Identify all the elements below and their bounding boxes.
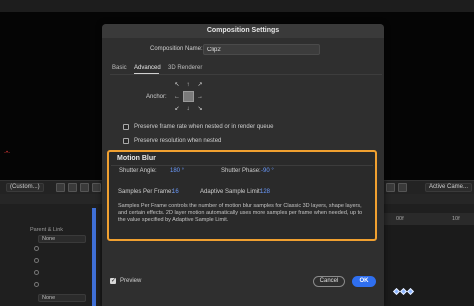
pick-whip-icon[interactable] [34, 282, 39, 287]
anchor-right-icon[interactable]: → [195, 93, 205, 101]
pick-whip-icon[interactable] [34, 270, 39, 275]
adaptive-sample-limit-label: Adaptive Sample Limit: [200, 189, 262, 195]
anchor-center-icon[interactable] [183, 91, 194, 102]
transparency-grid-icon[interactable] [68, 183, 77, 192]
adaptive-sample-limit-value[interactable]: 128 [260, 188, 270, 196]
tab-basic[interactable]: Basic [112, 64, 127, 72]
samples-per-frame-label: Samples Per Frame: [118, 189, 174, 195]
parent-link-column-header: Parent & Link [30, 227, 64, 233]
shutter-phase-label: Shutter Phase: [221, 168, 261, 174]
tab-advanced[interactable]: Advanced [134, 64, 161, 72]
anchor-top-icon[interactable]: ↑ [183, 81, 193, 89]
parent-select[interactable]: None [38, 294, 86, 302]
preserve-resolution-label: Preserve resolution when nested [134, 138, 222, 144]
samples-per-frame-value[interactable]: 16 [172, 188, 179, 196]
anchor-bottom-left-icon[interactable]: ↙ [172, 105, 182, 113]
anchor-bottom-icon[interactable]: ↓ [183, 105, 193, 113]
preserve-frame-rate-label: Preserve frame rate when nested or in re… [134, 124, 274, 130]
anchor-left-icon[interactable]: ← [172, 93, 182, 101]
preserve-frame-rate-checkbox[interactable] [123, 124, 129, 130]
active-camera-select[interactable]: Active Came... [425, 183, 473, 192]
viewer-marker-icon: -•- [4, 150, 11, 156]
tab-divider [110, 74, 382, 75]
parent-select[interactable]: None [38, 235, 86, 243]
snapshot-icon[interactable] [92, 183, 101, 192]
shutter-angle-value[interactable]: 180 ° [170, 167, 184, 175]
app-top-bar [0, 0, 474, 12]
preview-checkbox[interactable] [110, 277, 116, 284]
mask-visibility-icon[interactable] [80, 183, 89, 192]
pick-whip-icon[interactable] [34, 246, 39, 251]
cancel-button[interactable]: Cancel [313, 276, 345, 287]
tab-3d-renderer[interactable]: 3D Renderer [168, 64, 202, 72]
preserve-resolution-checkbox[interactable] [123, 138, 129, 144]
ruler-time-label: 00f [396, 216, 404, 222]
view-layout-icon[interactable] [386, 183, 395, 192]
section-divider [111, 165, 373, 166]
anchor-label: Anchor: [146, 94, 167, 100]
pick-whip-icon[interactable] [34, 258, 39, 263]
anchor-top-left-icon[interactable]: ↖ [172, 81, 182, 89]
preview-label: Preview [120, 278, 142, 284]
motion-blur-title: Motion Blur [117, 155, 156, 162]
dialog-title: Composition Settings [102, 24, 384, 38]
motion-blur-description: Samples Per Frame controls the number of… [118, 203, 363, 224]
current-time-indicator[interactable] [92, 208, 96, 306]
view-options-icon[interactable] [398, 183, 407, 192]
shutter-angle-label: Shutter Angle: [119, 168, 157, 174]
region-of-interest-icon[interactable] [56, 183, 65, 192]
anchor-top-right-icon[interactable]: ↗ [195, 81, 205, 89]
shutter-phase-value[interactable]: -90 ° [261, 167, 274, 175]
anchor-bottom-right-icon[interactable]: ↘ [195, 105, 205, 113]
ok-button[interactable]: OK [352, 276, 376, 287]
comp-name-label: Composition Name: [150, 46, 203, 52]
resolution-select[interactable]: (Custom...) [6, 183, 44, 192]
ruler-time-label: 10f [452, 216, 460, 222]
comp-name-field[interactable] [203, 44, 320, 55]
